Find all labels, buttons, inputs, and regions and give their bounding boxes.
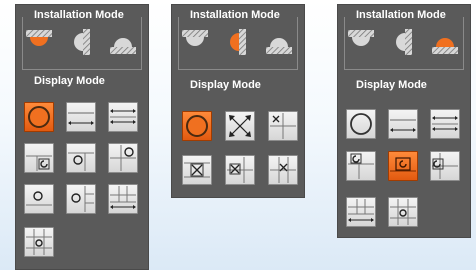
- display-fisheye-button[interactable]: [346, 109, 376, 139]
- display-split-ptz-button[interactable]: [268, 155, 298, 185]
- display-fisheye-8ptz-button[interactable]: [108, 143, 138, 173]
- display-mode-header: Display Mode: [172, 79, 304, 93]
- fisheye-settings-panel-2: Installation Mode Display Mode: [171, 4, 305, 198]
- display-double-panorama-button[interactable]: [108, 102, 138, 132]
- display-mode-header: Display Mode: [16, 75, 148, 89]
- display-fisheye-button[interactable]: [182, 111, 212, 141]
- fisheye-settings-panel-3: Installation Mode Display Mode: [337, 4, 471, 238]
- display-fisheye-3ptz-button[interactable]: [24, 143, 54, 173]
- display-fisheye-quad-ptz-button[interactable]: [24, 227, 54, 257]
- fisheye-settings-panel-1: Installation Mode Display Mode: [15, 4, 149, 270]
- ceiling-mount-icon[interactable]: [24, 27, 54, 57]
- wall-mount-icon[interactable]: [222, 27, 252, 57]
- display-fisheye-4ptz-button[interactable]: [24, 184, 54, 214]
- display-fisheye-ptz-grid-button[interactable]: [388, 197, 418, 227]
- display-ptz-expand-button[interactable]: [225, 111, 255, 141]
- wall-mount-icon[interactable]: [66, 27, 96, 57]
- display-mode-title: Display Mode: [190, 79, 261, 91]
- display-panorama-3ptz-button[interactable]: [66, 143, 96, 173]
- display-fisheye-ptz-button[interactable]: [388, 151, 418, 181]
- display-panorama-8ptz-button[interactable]: [108, 184, 138, 214]
- floor-mount-icon[interactable]: [264, 27, 294, 57]
- display-mode-header: Display Mode: [338, 79, 470, 93]
- display-panorama-ptz-button[interactable]: [430, 151, 460, 181]
- floor-mount-icon[interactable]: [430, 27, 460, 57]
- display-mode-title: Display Mode: [356, 79, 427, 91]
- display-mode-title: Display Mode: [34, 75, 105, 87]
- floor-mount-icon[interactable]: [108, 27, 138, 57]
- ceiling-mount-icon[interactable]: [346, 27, 376, 57]
- display-fisheye-button[interactable]: [24, 102, 54, 132]
- wall-mount-icon[interactable]: [388, 27, 418, 57]
- display-panorama-6ptz-button[interactable]: [66, 184, 96, 214]
- display-double-panorama-button[interactable]: [430, 109, 460, 139]
- display-panorama-button[interactable]: [388, 109, 418, 139]
- display-quad-ptz-button[interactable]: [268, 111, 298, 141]
- display-quad-ptz-alt-button[interactable]: [225, 155, 255, 185]
- display-panorama-split-button[interactable]: [346, 197, 376, 227]
- display-panorama-button[interactable]: [66, 102, 96, 132]
- display-fisheye-3ptz-button[interactable]: [346, 151, 376, 181]
- display-fisheye-4ptz-button[interactable]: [182, 155, 212, 185]
- ceiling-mount-icon[interactable]: [180, 27, 210, 57]
